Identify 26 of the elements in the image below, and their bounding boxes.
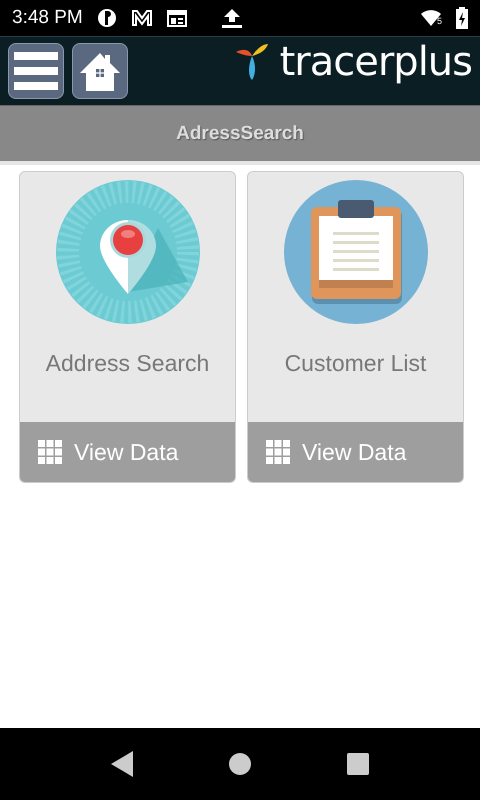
battery-charging-icon — [456, 7, 468, 29]
home-button[interactable] — [72, 43, 128, 99]
clipboard-icon — [284, 180, 428, 324]
module-title: Address Search — [46, 350, 210, 377]
page-title: AdressSearch — [176, 122, 304, 144]
menu-button[interactable] — [8, 43, 64, 99]
view-data-button[interactable]: View Data — [20, 422, 235, 482]
home-circle-icon[interactable] — [229, 753, 251, 775]
module-card[interactable]: Customer List View Data — [247, 171, 464, 483]
status-time: 3:48 PM — [12, 7, 83, 29]
wifi-band-label: 5 — [436, 16, 442, 26]
wifi-icon — [420, 10, 441, 26]
upload-icon — [220, 8, 243, 28]
notification-circle-icon — [96, 8, 117, 28]
module-card[interactable]: Address Search View Data — [19, 171, 236, 483]
grid-icon — [266, 440, 290, 464]
module-title: Customer List — [284, 350, 426, 377]
grid-icon — [38, 440, 62, 464]
mail-icon — [130, 9, 153, 27]
calendar-icon — [166, 9, 187, 27]
back-icon[interactable] — [111, 751, 133, 777]
home-icon — [78, 51, 122, 91]
menu-icon — [14, 52, 58, 90]
view-data-button[interactable]: View Data — [248, 422, 463, 482]
map-pin-icon — [56, 180, 200, 324]
logo-text: tracerplus — [280, 39, 472, 85]
